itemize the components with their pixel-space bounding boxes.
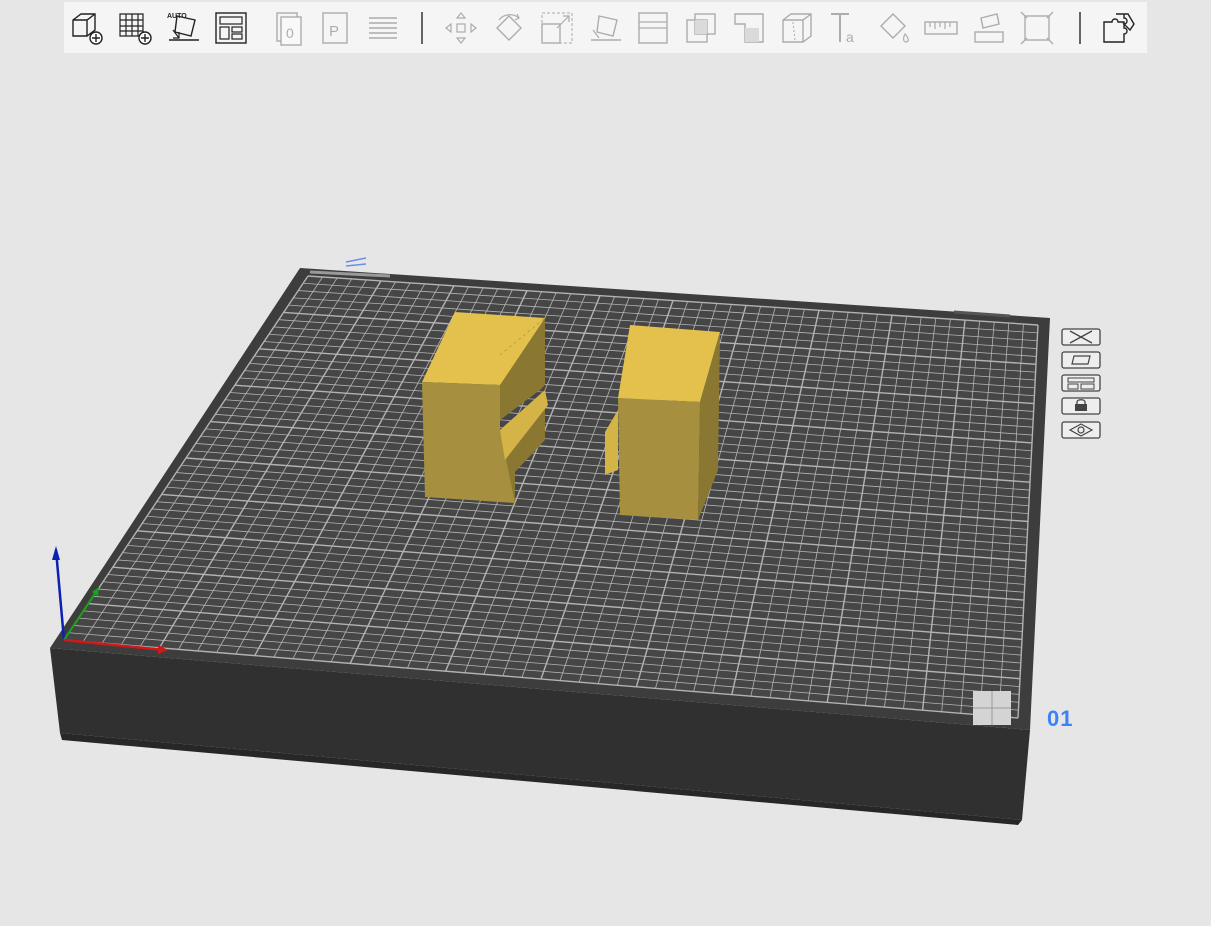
support-paint-button[interactable]: [728, 7, 770, 49]
add-plate-button[interactable]: [114, 7, 156, 49]
color-paint-button[interactable]: [872, 7, 914, 49]
copy-icon: 0: [276, 12, 302, 46]
assembly-icon: [974, 13, 1004, 43]
svg-text:a: a: [846, 29, 854, 45]
seam-paint-button[interactable]: [776, 7, 818, 49]
lock-icon: [1061, 397, 1101, 415]
auto-orient-button[interactable]: AUTO: [162, 7, 204, 49]
plate-arrange-button[interactable]: [1060, 373, 1102, 393]
paste-button[interactable]: P: [314, 7, 356, 49]
text-icon: a: [831, 13, 854, 45]
rotate-button[interactable]: [488, 7, 530, 49]
assembly-button[interactable]: [968, 7, 1010, 49]
arrange-icon: [1061, 374, 1101, 392]
add-object-button[interactable]: [66, 7, 108, 49]
svg-text:0: 0: [286, 25, 294, 41]
plate-lock-button[interactable]: [1060, 396, 1102, 416]
lay-on-face-button[interactable]: [584, 7, 626, 49]
support-paint-icon: [734, 13, 764, 43]
ruler-icon: [924, 21, 958, 35]
plate-settings-button[interactable]: [1060, 420, 1102, 440]
fullscreen-button[interactable]: [1016, 7, 1058, 49]
plate-number-label: 01: [1047, 706, 1074, 731]
grid-add-icon: [119, 13, 152, 45]
layers-icon: [369, 17, 397, 39]
layers-button[interactable]: [362, 7, 404, 49]
boolean-button[interactable]: [680, 7, 722, 49]
paint-bucket-icon: [880, 13, 909, 43]
toolbar-separator: [421, 12, 423, 44]
paste-icon: P: [322, 12, 348, 44]
arrange-icon: [215, 12, 247, 44]
puzzle-icon: [1103, 13, 1135, 43]
split-parts-button[interactable]: [1097, 7, 1139, 49]
orient-icon: [1061, 351, 1101, 369]
cube-add-icon: [72, 13, 103, 45]
boolean-icon: [686, 13, 716, 43]
plate-corner-tile: [973, 691, 1011, 725]
arrange-button[interactable]: [210, 7, 252, 49]
auto-orient-icon: AUTO: [167, 13, 199, 41]
settings-icon: [1061, 421, 1101, 439]
scale-button[interactable]: [536, 7, 578, 49]
scene-canvas: [50, 257, 1050, 825]
main-toolbar: AUTO 0 P a: [64, 2, 1147, 53]
move-button[interactable]: [440, 7, 482, 49]
copy-button[interactable]: 0: [266, 7, 308, 49]
move-arrows-icon: [445, 12, 477, 44]
cut-button[interactable]: [632, 7, 674, 49]
scale-icon: [541, 12, 573, 44]
plate-delete-button[interactable]: [1060, 327, 1102, 347]
cut-icon: [638, 12, 668, 44]
3d-viewport[interactable]: 01: [0, 55, 1211, 926]
lay-on-face-icon: [591, 15, 621, 41]
plate-orient-button[interactable]: [1060, 350, 1102, 370]
fullscreen-icon: [1020, 11, 1054, 45]
toolbar-separator: [1079, 12, 1081, 44]
close-icon: [1061, 328, 1101, 346]
measure-button[interactable]: [920, 7, 962, 49]
text-tool-button[interactable]: a: [824, 7, 866, 49]
rotate-icon: [496, 13, 522, 41]
svg-text:P: P: [329, 23, 339, 40]
seam-cube-icon: [782, 13, 812, 43]
